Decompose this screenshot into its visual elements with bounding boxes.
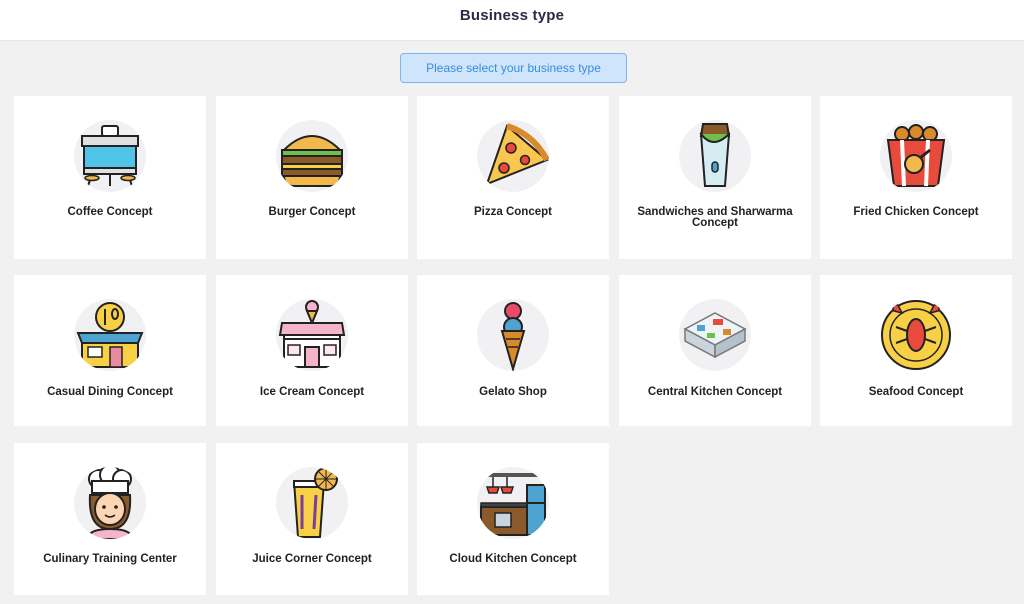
- business-type-card-cloud-kitchen[interactable]: Cloud Kitchen Concept: [417, 443, 609, 595]
- kitchen-floorplan-icon: [679, 299, 751, 371]
- juice-glass-icon: [276, 467, 348, 539]
- business-type-card-central-kitchen[interactable]: Central Kitchen Concept: [619, 275, 811, 426]
- card-label: Sandwiches and Sharwarma Concept: [637, 206, 793, 229]
- card-label: Gelato Shop: [479, 386, 547, 398]
- chef-icon: [74, 467, 146, 539]
- business-type-card-culinary-training[interactable]: Culinary Training Center: [14, 443, 206, 595]
- card-label: Seafood Concept: [868, 386, 964, 398]
- lobster-icon: [880, 299, 952, 371]
- pizza-slice-icon: [477, 120, 549, 192]
- card-label: Culinary Training Center: [43, 553, 177, 565]
- card-label: Juice Corner Concept: [252, 553, 372, 565]
- select-business-type-prompt[interactable]: Please select your business type: [400, 53, 627, 83]
- card-label: Coffee Concept: [67, 206, 153, 218]
- business-type-card-casual-dining[interactable]: Casual Dining Concept: [14, 275, 206, 426]
- gelato-cone-icon: [477, 299, 549, 371]
- business-type-card-juice-corner[interactable]: Juice Corner Concept: [216, 443, 408, 595]
- business-type-card-coffee[interactable]: Coffee Concept: [14, 96, 206, 259]
- business-type-card-pizza[interactable]: Pizza Concept: [417, 96, 609, 259]
- card-label: Pizza Concept: [474, 206, 552, 218]
- business-type-card-gelato[interactable]: Gelato Shop: [417, 275, 609, 426]
- ice-cream-shop-icon: [276, 299, 348, 371]
- fried-chicken-bucket-icon: [880, 120, 952, 192]
- card-label: Ice Cream Concept: [259, 386, 365, 398]
- business-type-card-burger[interactable]: Burger Concept: [216, 96, 408, 259]
- business-type-card-ice-cream[interactable]: Ice Cream Concept: [216, 275, 408, 426]
- card-label: Cloud Kitchen Concept: [449, 553, 577, 565]
- page-header: Business type: [0, 0, 1024, 41]
- burger-icon: [276, 120, 348, 192]
- card-label: Burger Concept: [268, 206, 356, 218]
- coffee-shop-icon: [74, 120, 146, 192]
- business-type-card-seafood[interactable]: Seafood Concept: [820, 275, 1012, 426]
- wrap-icon: [679, 120, 751, 192]
- card-label: Central Kitchen Concept: [647, 386, 783, 398]
- card-label: Fried Chicken Concept: [853, 206, 979, 218]
- card-label: Casual Dining Concept: [47, 386, 173, 398]
- business-type-card-sandwiches[interactable]: Sandwiches and Sharwarma Concept: [619, 96, 811, 259]
- restaurant-icon: [74, 299, 146, 371]
- business-type-card-fried-chicken[interactable]: Fried Chicken Concept: [820, 96, 1012, 259]
- cloud-kitchen-icon: [477, 467, 549, 539]
- page-title: Business type: [459, 7, 565, 24]
